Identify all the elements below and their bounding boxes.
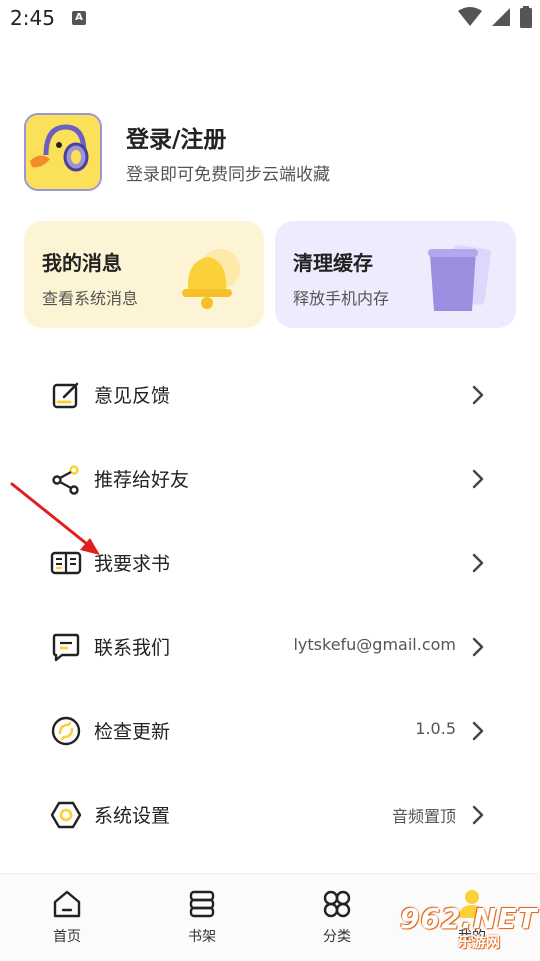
clear-cache-title: 清理缓存: [293, 251, 373, 275]
refresh-icon: [51, 716, 81, 746]
tab-category[interactable]: 分类: [287, 874, 387, 961]
category-icon: [323, 890, 351, 918]
menu-item-update[interactable]: 检查更新 1.0.5: [0, 689, 540, 773]
version-value: 1.0.5: [415, 719, 456, 738]
menu-label: 意见反馈: [94, 385, 171, 407]
watermark-brand: 962.NET: [400, 902, 538, 935]
settings-icon: [50, 801, 82, 829]
notification-icon: A: [72, 11, 86, 25]
bookshelf-icon: [189, 890, 215, 918]
chevron-right-icon: [472, 721, 484, 741]
nav-label: 书架: [188, 929, 216, 945]
menu-label: 联系我们: [94, 637, 171, 659]
edit-icon: [52, 382, 79, 409]
chevron-right-icon: [472, 637, 484, 657]
chevron-right-icon: [472, 805, 484, 825]
tab-bookshelf[interactable]: 书架: [152, 874, 252, 961]
clear-cache-card[interactable]: 清理缓存 释放手机内存: [275, 221, 516, 328]
nav-label: 分类: [323, 929, 351, 945]
avatar[interactable]: [24, 113, 102, 191]
status-time: 2:45: [10, 6, 55, 30]
menu-item-recommend[interactable]: 推荐给好友: [0, 437, 540, 521]
watermark-logo: 962.NET 乐游网: [400, 888, 538, 954]
bell-icon: [182, 249, 240, 309]
my-messages-title: 我的消息: [42, 251, 122, 275]
menu-item-feedback[interactable]: 意见反馈: [0, 353, 540, 437]
menu-label: 检查更新: [94, 721, 171, 743]
menu-label: 我要求书: [94, 553, 171, 575]
home-icon: [53, 890, 81, 918]
menu-item-request-book[interactable]: 我要求书: [0, 521, 540, 605]
contact-email: lytskefu@gmail.com: [293, 635, 456, 654]
menu-label: 系统设置: [94, 805, 171, 827]
menu-item-contact[interactable]: 联系我们 lytskefu@gmail.com: [0, 605, 540, 689]
chevron-right-icon: [472, 385, 484, 405]
chevron-right-icon: [472, 469, 484, 489]
login-subtitle: 登录即可免费同步云端收藏: [126, 165, 330, 185]
my-messages-subtitle: 查看系统消息: [42, 289, 139, 308]
message-icon: [52, 633, 80, 662]
duck-headphones-icon: [26, 115, 100, 189]
open-book-icon: [50, 551, 82, 575]
chevron-right-icon: [472, 553, 484, 573]
settings-value: 音频置顶: [391, 807, 456, 826]
tab-home[interactable]: 首页: [17, 874, 117, 961]
clear-cache-subtitle: 释放手机内存: [293, 289, 390, 308]
menu-label: 推荐给好友: [94, 469, 190, 491]
watermark-sub: 乐游网: [458, 935, 500, 951]
my-messages-card[interactable]: 我的消息 查看系统消息: [24, 221, 264, 328]
menu-item-settings[interactable]: 系统设置 音频置顶: [0, 773, 540, 857]
trash-icon: [428, 245, 492, 311]
status-bar: 2:45 A: [0, 0, 540, 38]
share-icon: [52, 465, 79, 495]
nav-label: 首页: [53, 929, 81, 945]
status-icons: [454, 6, 532, 30]
signal-icon: [491, 8, 510, 26]
battery-icon: [520, 6, 532, 28]
login-register-title[interactable]: 登录/注册: [126, 120, 226, 154]
wifi-icon: [457, 7, 482, 26]
